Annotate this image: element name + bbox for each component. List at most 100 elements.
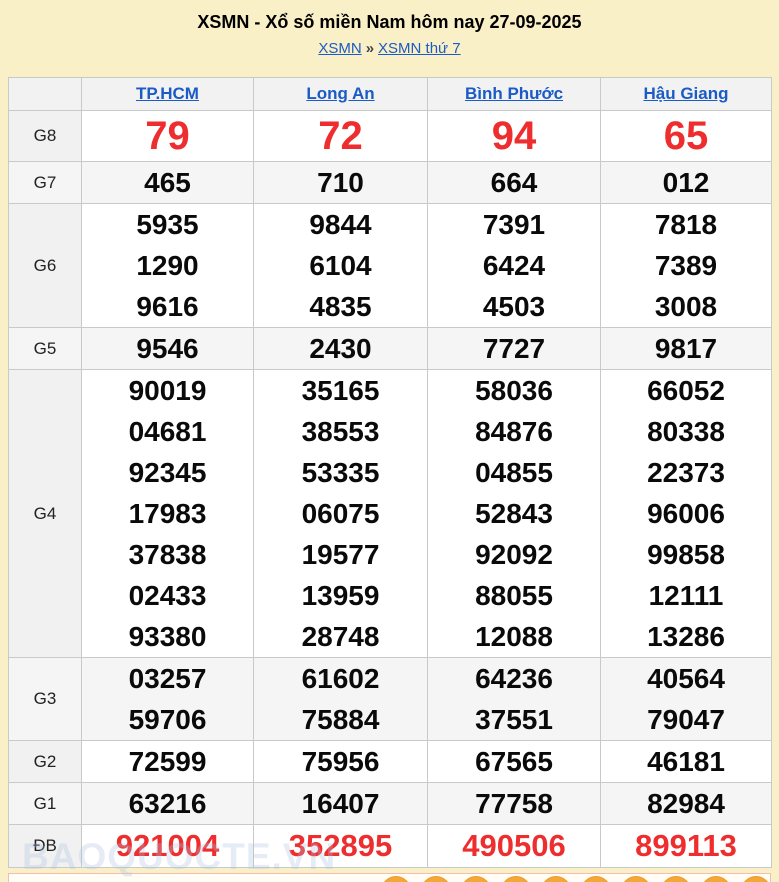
lotto-ball-icon [581,876,611,882]
province-link-3[interactable]: Hậu Giang [643,84,728,103]
result-cell: 72 [254,111,428,162]
result-number: 921004 [82,825,253,867]
page: { "header": { "title": "XSMN - Xổ số miề… [0,0,779,881]
result-number: 7818 [601,204,771,245]
result-number: 664 [428,162,600,203]
result-cell: 984461044835 [254,204,428,328]
result-cell: 35165385535333506075195771395928748 [254,370,428,658]
result-cell: 352895 [254,825,428,868]
province-link-1[interactable]: Long An [306,84,374,103]
prize-label-g1: G1 [9,783,82,825]
result-number: 899113 [601,825,771,867]
result-number: 490506 [428,825,600,867]
result-number: 13286 [601,616,771,657]
prize-label-g8: G8 [9,111,82,162]
breadcrumb-link-xsmn[interactable]: XSMN [318,40,361,57]
result-number: 77758 [428,783,600,824]
result-number: 28748 [254,616,427,657]
result-number: 88055 [428,575,600,616]
results-table: TP.HCMLong AnBình PhướcHậu Giang G879729… [8,77,772,868]
lotto-ball-icon [541,876,571,882]
result-number: 79047 [601,699,771,740]
lotto-ball-icon [741,876,771,882]
result-number: 6104 [254,245,427,286]
lotto-ball-icon [381,876,411,882]
result-cell: 72599 [82,741,254,783]
result-number: 92092 [428,534,600,575]
result-number: 9844 [254,204,427,245]
province-header-row: TP.HCM Long An Bình Phước Hậu Giang [9,78,772,111]
result-cell: 899113 [601,825,772,868]
page-title: XSMN - Xổ số miền Nam hôm nay 27-09-2025 [0,12,779,33]
result-number: 4503 [428,286,600,327]
result-number: 012 [601,162,771,203]
result-cell: 710 [254,162,428,204]
result-cell: 77758 [428,783,601,825]
result-number: 61602 [254,658,427,699]
result-number: 710 [254,162,427,203]
result-cell: 94 [428,111,601,162]
lotto-ball-icon [661,876,691,882]
result-number: 53335 [254,452,427,493]
result-number: 96006 [601,493,771,534]
result-cell: 781873893008 [601,204,772,328]
result-number: 75956 [254,741,427,782]
result-cell: 4056479047 [601,658,772,741]
result-number: 9616 [82,286,253,327]
result-cell: 921004 [82,825,254,868]
result-number: 79 [82,111,253,161]
page-header: XSMN - Xổ số miền Nam hôm nay 27-09-2025… [0,0,779,57]
breadcrumb-link-xsmn-thu7[interactable]: XSMN thứ 7 [378,40,461,57]
prize-label-đb: ĐB [9,825,82,868]
result-number: 13959 [254,575,427,616]
result-number: 04681 [82,411,253,452]
result-number: 94 [428,111,600,161]
result-cell: 75956 [254,741,428,783]
result-number: 03257 [82,658,253,699]
result-number: 9817 [601,328,771,369]
prize-label-g2: G2 [9,741,82,783]
result-number: 37551 [428,699,600,740]
result-number: 37838 [82,534,253,575]
corner-cell [9,78,82,111]
result-number: 67565 [428,741,600,782]
result-number: 40564 [601,658,771,699]
result-number: 93380 [82,616,253,657]
result-number: 22373 [601,452,771,493]
province-header: Hậu Giang [601,78,772,111]
prize-row-đb: ĐB921004352895490506899113 [9,825,772,868]
lotto-ball-icon [421,876,451,882]
result-cell: 66052803382237396006998581211113286 [601,370,772,658]
province-header: Long An [254,78,428,111]
result-number: 7389 [601,245,771,286]
result-number: 7727 [428,328,600,369]
province-link-2[interactable]: Bình Phước [465,84,563,103]
result-number: 92345 [82,452,253,493]
result-cell: 490506 [428,825,601,868]
prize-row-g7: G7465710664012 [9,162,772,204]
province-link-0[interactable]: TP.HCM [136,84,199,103]
result-cell: 9817 [601,328,772,370]
result-number: 5935 [82,204,253,245]
prize-row-g4: G490019046819234517983378380243393380351… [9,370,772,658]
result-cell: 58036848760485552843920928805512088 [428,370,601,658]
prize-label-g4: G4 [9,370,82,658]
result-number: 12111 [601,575,771,616]
result-number: 04855 [428,452,600,493]
result-number: 65 [601,111,771,161]
result-cell: 6160275884 [254,658,428,741]
prize-row-g6: G659351290961698446104483573916424450378… [9,204,772,328]
prize-label-g3: G3 [9,658,82,741]
result-number: 1290 [82,245,253,286]
result-number: 80338 [601,411,771,452]
result-number: 352895 [254,825,427,867]
result-cell: 664 [428,162,601,204]
result-cell: 65 [601,111,772,162]
result-cell: 79 [82,111,254,162]
result-cell: 82984 [601,783,772,825]
prize-label-g5: G5 [9,328,82,370]
result-number: 52843 [428,493,600,534]
result-cell: 9546 [82,328,254,370]
result-cell: 63216 [82,783,254,825]
prize-label-g6: G6 [9,204,82,328]
